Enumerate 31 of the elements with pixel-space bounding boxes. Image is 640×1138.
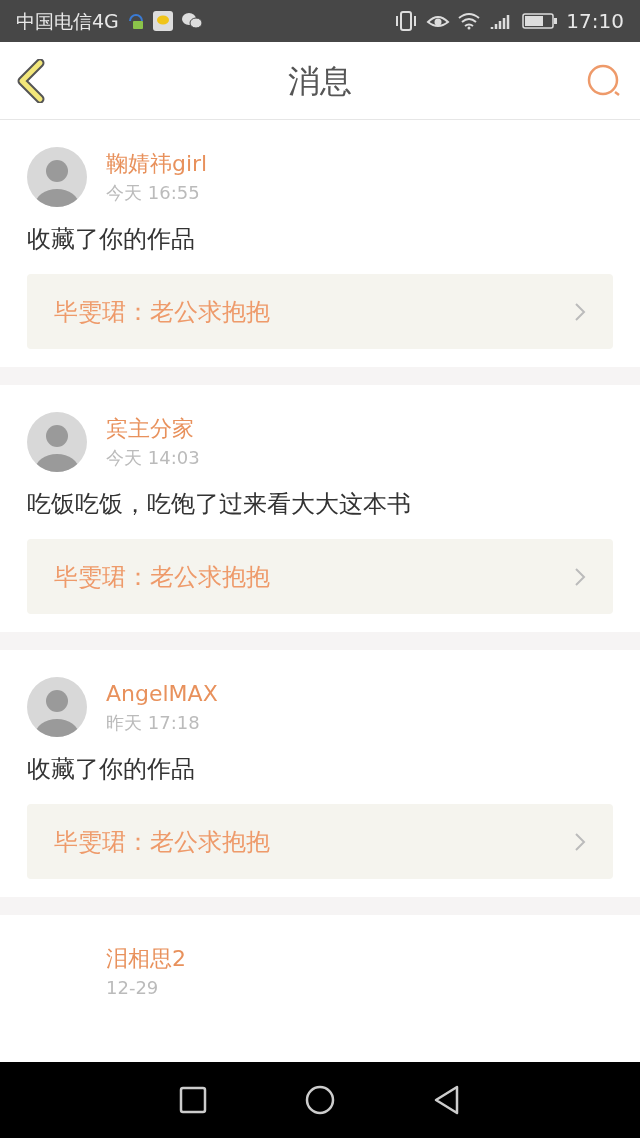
chat-app-icon [152, 11, 173, 31]
avatar[interactable] [27, 412, 87, 472]
user-name[interactable]: 泪相思2 [106, 943, 186, 975]
quoted-work-link[interactable]: 毕雯珺：老公求抱抱 [27, 274, 613, 349]
avatar[interactable] [27, 147, 87, 207]
chevron-right-icon [574, 831, 586, 852]
message-time: 12-29 [106, 976, 160, 1000]
chevron-right-icon [574, 566, 586, 587]
message-text: 收藏了你的作品 [27, 754, 196, 785]
user-name[interactable]: 鞠婧祎girl [106, 148, 208, 180]
notification-icon [126, 11, 145, 31]
message-time: 今天 16:55 [106, 181, 201, 205]
recents-button[interactable] [178, 1085, 208, 1115]
home-button[interactable] [304, 1084, 336, 1116]
wifi-icon [458, 12, 481, 30]
clock-time: 17:10 [566, 8, 624, 35]
user-name[interactable]: AngelMAX [106, 678, 218, 710]
quoted-work-link[interactable]: 毕雯珺：老公求抱抱 [27, 539, 613, 614]
user-name[interactable]: 宾主分家 [106, 413, 200, 445]
carrier-name: 中国电信4G [16, 8, 119, 34]
avatar[interactable] [27, 677, 87, 737]
battery-icon [522, 12, 559, 30]
message-time: 今天 14:03 [106, 446, 200, 470]
quoted-work-link[interactable]: 毕雯珺：老公求抱抱 [27, 804, 613, 879]
vibrate-icon [394, 10, 419, 32]
page-title: 消息 [287, 60, 353, 102]
message-text: 吃饭吃饭，吃饱了过来看大大这本书 [27, 489, 412, 520]
message-time: 昨天 17:18 [106, 711, 201, 735]
message-text: 收藏了你的作品 [27, 224, 196, 255]
chevron-right-icon [574, 301, 586, 322]
wechat-icon [180, 12, 203, 30]
